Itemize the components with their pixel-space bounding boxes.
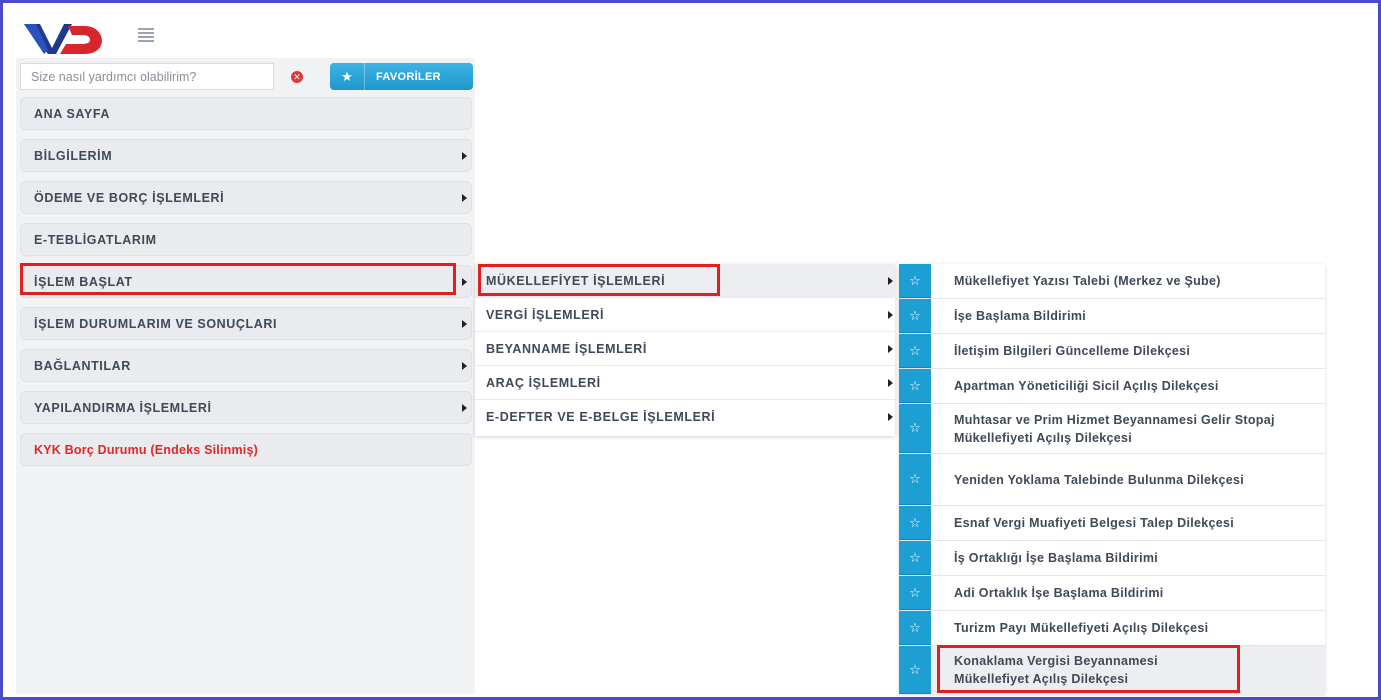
submenu-item-label: ARAÇ İŞLEMLERİ bbox=[486, 375, 601, 390]
favorite-star-icon[interactable]: ☆ bbox=[899, 576, 931, 610]
caret-right-icon bbox=[462, 361, 467, 370]
favorite-star-icon[interactable]: ☆ bbox=[899, 541, 931, 575]
operation-label: Apartman Yöneticiliği Sicil Açılış Dilek… bbox=[954, 379, 1219, 393]
operation-label: Turizm Payı Mükellefiyeti Açılış Dilekçe… bbox=[954, 621, 1209, 635]
favorite-star-icon[interactable]: ☆ bbox=[899, 404, 931, 453]
operation-label: İşe Başlama Bildirimi bbox=[954, 309, 1087, 323]
menu-item-label: BİLGİLERİM bbox=[34, 148, 113, 163]
vd-logo[interactable] bbox=[22, 18, 104, 56]
operation-label: İş Ortaklığı İşe Başlama Bildirimi bbox=[954, 551, 1159, 565]
menu-item-label: YAPILANDIRMA İŞLEMLERİ bbox=[34, 400, 212, 415]
favorite-star-icon[interactable]: ☆ bbox=[899, 646, 931, 694]
menu-item-ana-sayfa[interactable]: ANA SAYFA bbox=[20, 97, 472, 130]
operation-item[interactable]: ☆ Mükellefiyet Yazısı Talebi (Merkez ve … bbox=[899, 264, 1325, 299]
menu-item-islem-durumlari[interactable]: İŞLEM DURUMLARIM VE SONUÇLARI bbox=[20, 307, 472, 340]
favorite-star-icon[interactable]: ☆ bbox=[899, 454, 931, 505]
operation-item[interactable]: ☆ Turizm Payı Mükellefiyeti Açılış Dilek… bbox=[899, 611, 1325, 646]
menu-item-label: ANA SAYFA bbox=[34, 106, 111, 121]
clear-search-button[interactable]: ✕ bbox=[283, 66, 311, 88]
favorite-star-icon[interactable]: ☆ bbox=[899, 299, 931, 333]
menu-item-label: E-TEBLİGATLARIM bbox=[34, 232, 157, 247]
favorite-star-icon[interactable]: ☆ bbox=[899, 369, 931, 403]
caret-right-icon bbox=[462, 277, 467, 286]
caret-right-icon bbox=[462, 193, 467, 202]
menu-item-islem-baslat[interactable]: İŞLEM BAŞLAT bbox=[20, 265, 472, 298]
favorite-star-icon[interactable]: ☆ bbox=[899, 334, 931, 368]
submenu-item-label: VERGİ İŞLEMLERİ bbox=[486, 307, 605, 322]
operation-item[interactable]: ☆ İletişim Bilgileri Güncelleme Dilekçes… bbox=[899, 334, 1325, 369]
menu-item-odeme-borc[interactable]: ÖDEME VE BORÇ İŞLEMLERİ bbox=[20, 181, 472, 214]
operation-item[interactable]: ☆ Muhtasar ve Prim Hizmet Beyannamesi Ge… bbox=[899, 404, 1325, 454]
caret-right-icon bbox=[462, 151, 467, 160]
favorite-star-icon[interactable]: ☆ bbox=[899, 611, 931, 645]
operation-label: İletişim Bilgileri Güncelleme Dilekçesi bbox=[954, 344, 1191, 358]
operation-item[interactable]: ☆ Yeniden Yoklama Talebinde Bulunma Dile… bbox=[899, 454, 1325, 506]
submenu-item-vergi[interactable]: VERGİ İŞLEMLERİ bbox=[475, 298, 895, 332]
search-box[interactable] bbox=[20, 63, 274, 90]
caret-right-icon bbox=[888, 344, 893, 353]
menu-item-label: İŞLEM DURUMLARIM VE SONUÇLARI bbox=[34, 316, 278, 331]
favorites-label: FAVORİLER bbox=[376, 70, 441, 83]
operations-panel: ☆ Mükellefiyet Yazısı Talebi (Merkez ve … bbox=[899, 264, 1325, 694]
favorite-star-icon[interactable]: ☆ bbox=[899, 506, 931, 540]
menu-item-yapilandirma[interactable]: YAPILANDIRMA İŞLEMLERİ bbox=[20, 391, 472, 424]
submenu-item-e-defter[interactable]: E-DEFTER VE E-BELGE İŞLEMLERİ bbox=[475, 400, 895, 434]
operation-item[interactable]: ☆ Adi Ortaklık İşe Başlama Bildirimi bbox=[899, 576, 1325, 611]
operation-item-konaklama[interactable]: ☆ Konaklama Vergisi Beyannamesi Mükellef… bbox=[899, 646, 1325, 694]
submenu-item-label: E-DEFTER VE E-BELGE İŞLEMLERİ bbox=[486, 410, 716, 424]
submenu-islem-baslat: MÜKELLEFİYET İŞLEMLERİ VERGİ İŞLEMLERİ B… bbox=[475, 264, 895, 436]
operation-label: Adi Ortaklık İşe Başlama Bildirimi bbox=[954, 586, 1164, 600]
search-input[interactable] bbox=[21, 64, 273, 89]
menu-item-kyk-borc[interactable]: KYK Borç Durumu (Endeks Silinmiş) bbox=[20, 433, 472, 466]
close-circle-icon: ✕ bbox=[291, 71, 303, 83]
menu-toggle-icon[interactable] bbox=[138, 28, 154, 42]
menu-item-e-tebligat[interactable]: E-TEBLİGATLARIM bbox=[20, 223, 472, 256]
operation-label: Muhtasar ve Prim Hizmet Beyannamesi Geli… bbox=[954, 412, 1275, 445]
caret-right-icon bbox=[462, 319, 467, 328]
caret-right-icon bbox=[888, 413, 893, 421]
caret-right-icon bbox=[888, 276, 893, 285]
operation-label: Esnaf Vergi Muafiyeti Belgesi Talep Dile… bbox=[954, 516, 1235, 530]
operation-item[interactable]: ☆ Apartman Yöneticiliği Sicil Açılış Dil… bbox=[899, 369, 1325, 404]
operation-label: Yeniden Yoklama Talebinde Bulunma Dilekç… bbox=[954, 472, 1245, 487]
submenu-item-beyanname[interactable]: BEYANNAME İŞLEMLERİ bbox=[475, 332, 895, 366]
favorite-star-icon[interactable]: ☆ bbox=[899, 264, 931, 298]
menu-item-baglantilar[interactable]: BAĞLANTILAR bbox=[20, 349, 472, 382]
operation-label: Mükellefiyet Yazısı Talebi (Merkez ve Şu… bbox=[954, 274, 1221, 288]
caret-right-icon bbox=[888, 378, 893, 387]
submenu-item-label: MÜKELLEFİYET İŞLEMLERİ bbox=[486, 273, 666, 288]
menu-item-label: İŞLEM BAŞLAT bbox=[34, 274, 133, 289]
caret-right-icon bbox=[888, 310, 893, 319]
menu-item-label: BAĞLANTILAR bbox=[34, 358, 131, 373]
caret-right-icon bbox=[462, 403, 467, 412]
submenu-item-arac[interactable]: ARAÇ İŞLEMLERİ bbox=[475, 366, 895, 400]
submenu-item-label: BEYANNAME İŞLEMLERİ bbox=[486, 341, 647, 356]
favorites-button[interactable]: ★ FAVORİLER bbox=[330, 63, 473, 90]
operation-item[interactable]: ☆ İşe Başlama Bildirimi bbox=[899, 299, 1325, 334]
star-icon: ★ bbox=[330, 63, 365, 90]
menu-item-label: ÖDEME VE BORÇ İŞLEMLERİ bbox=[34, 190, 225, 205]
operation-item[interactable]: ☆ Esnaf Vergi Muafiyeti Belgesi Talep Di… bbox=[899, 506, 1325, 541]
menu-item-bilgilerim[interactable]: BİLGİLERİM bbox=[20, 139, 472, 172]
submenu-item-mukellefiyet[interactable]: MÜKELLEFİYET İŞLEMLERİ bbox=[475, 264, 895, 298]
operation-label: Konaklama Vergisi Beyannamesi Mükellefiy… bbox=[954, 654, 1158, 686]
menu-item-label: KYK Borç Durumu (Endeks Silinmiş) bbox=[34, 442, 258, 457]
operation-item[interactable]: ☆ İş Ortaklığı İşe Başlama Bildirimi bbox=[899, 541, 1325, 576]
